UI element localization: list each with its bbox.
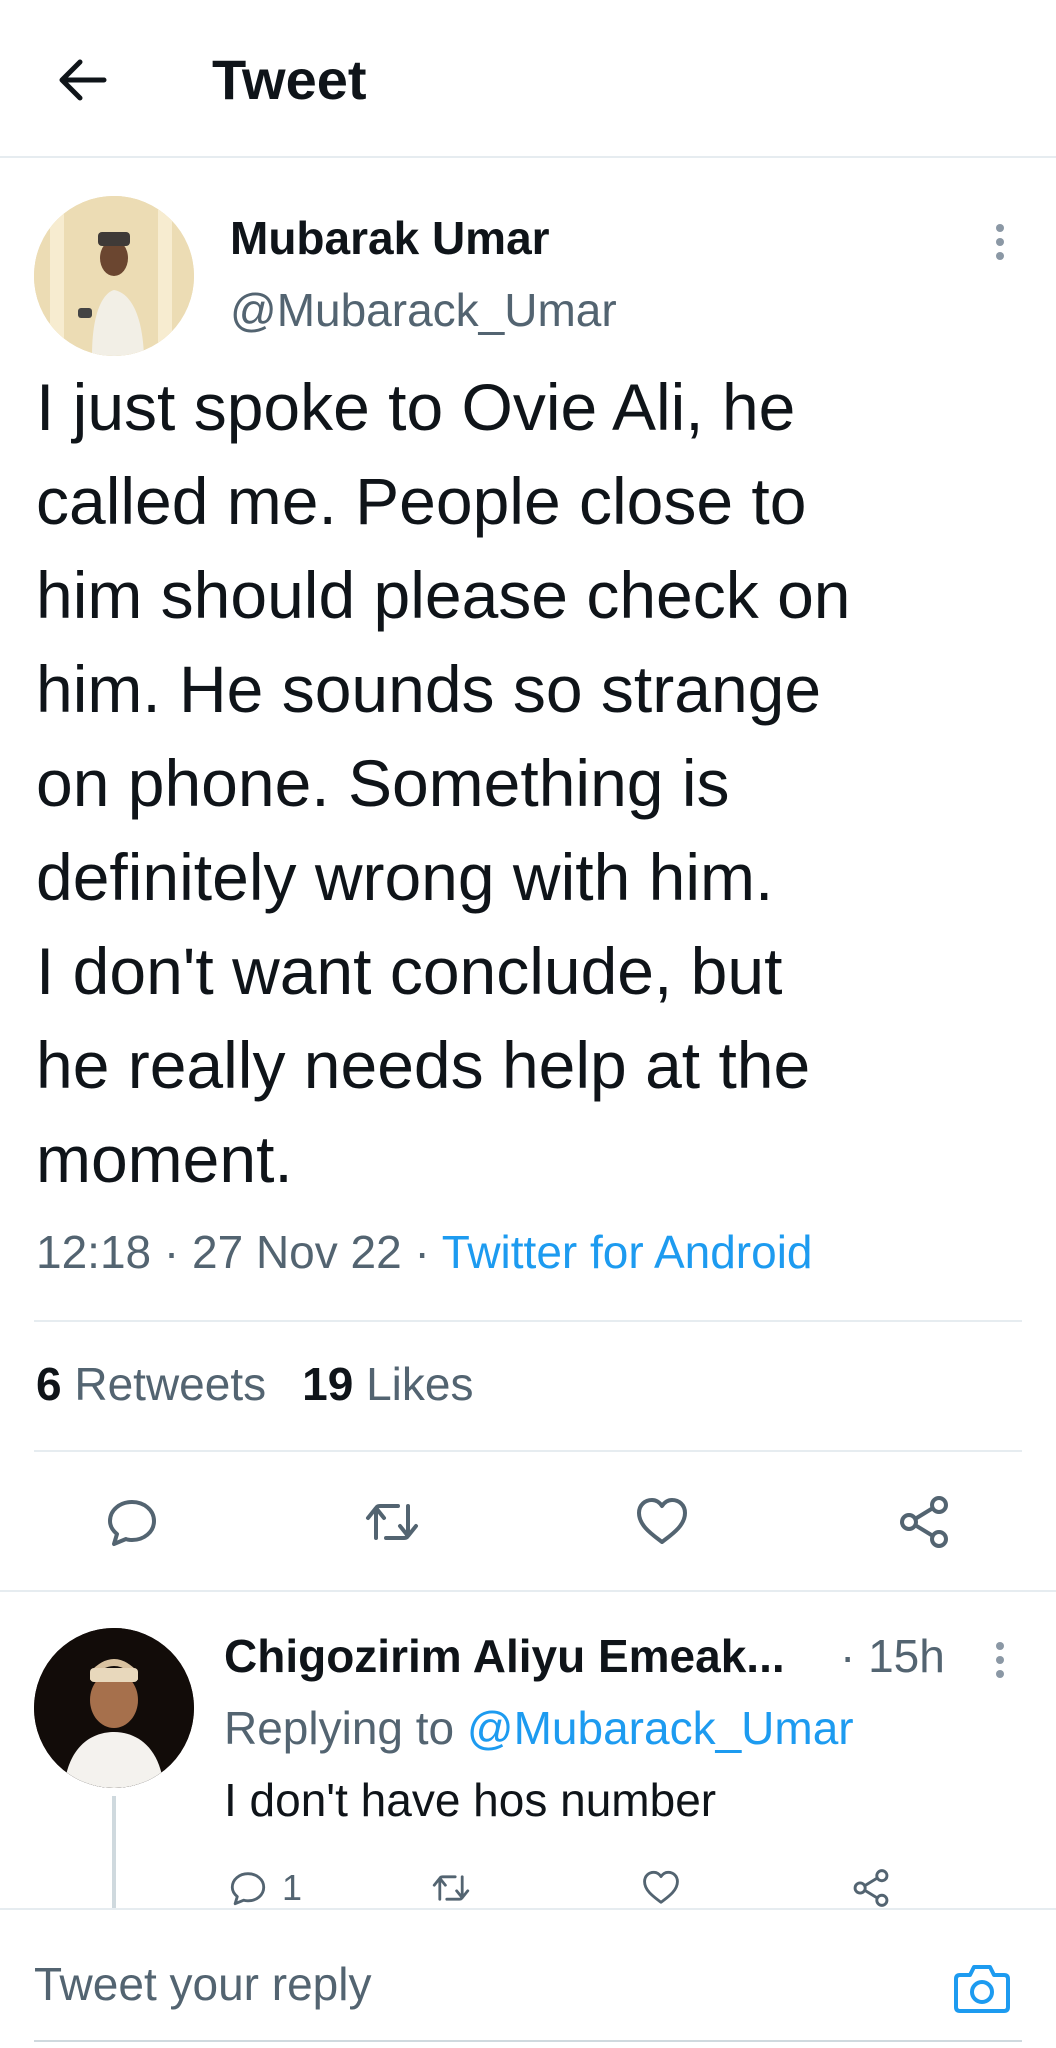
likes-stat[interactable]: 19 Likes [302, 1358, 473, 1410]
reply-text: I don't have hos number [224, 1774, 717, 1826]
reply-timestamp: · 15h [840, 1630, 945, 1682]
reply-author-name[interactable]: Chigozirim Aliyu Emeak... [224, 1628, 785, 1684]
share-icon [900, 1496, 948, 1548]
back-button[interactable] [50, 48, 114, 112]
divider [0, 1590, 1056, 1592]
divider [34, 1450, 1022, 1452]
reply-share-button[interactable] [850, 1866, 892, 1910]
share-button[interactable] [892, 1490, 956, 1554]
author-avatar[interactable] [34, 196, 194, 356]
reply-icon [108, 1500, 156, 1546]
divider [34, 2040, 1022, 2042]
meta-separator: · [414, 1226, 430, 1278]
tweet-time: 12:18 [36, 1226, 152, 1278]
camera-icon [954, 1965, 1010, 2013]
more-vertical-icon [996, 224, 1004, 260]
likes-label: Likes [366, 1358, 474, 1410]
author-name[interactable]: Mubarak Umar [230, 210, 550, 266]
thread-line [112, 1796, 116, 1908]
more-options-button[interactable] [980, 214, 1020, 270]
retweet-button[interactable] [360, 1490, 424, 1554]
heart-icon [643, 1870, 679, 1904]
avatar-photo [34, 1628, 194, 1788]
reply-like-button[interactable] [640, 1866, 682, 1910]
author-handle[interactable]: @Mubarack_Umar [230, 282, 617, 338]
more-vertical-icon [996, 1642, 1004, 1678]
divider [34, 1320, 1022, 1322]
page-title: Tweet [212, 48, 367, 111]
likes-count: 19 [302, 1358, 354, 1410]
arrow-left-icon [59, 59, 107, 101]
reply-actions: 1 [224, 1866, 1024, 1910]
reply-more-options-button[interactable] [980, 1632, 1020, 1688]
retweet-icon [432, 1875, 470, 1901]
reply-icon [230, 1872, 266, 1906]
retweets-count: 6 [36, 1358, 62, 1410]
reply-button[interactable] [100, 1490, 164, 1554]
reply-author-avatar[interactable] [34, 1628, 194, 1788]
replying-to-label: Replying to [224, 1702, 455, 1754]
top-bar: Tweet [0, 0, 1056, 158]
reply-input[interactable] [34, 1954, 934, 2014]
retweets-label: Retweets [74, 1358, 267, 1410]
tweet-meta: 12:18 · 27 Nov 22 · Twitter for Android [36, 1224, 813, 1280]
reply-composer [0, 1908, 1056, 2048]
meta-separator: · [163, 1226, 180, 1278]
like-button[interactable] [630, 1490, 694, 1554]
share-icon [853, 1869, 889, 1907]
tweet-source-link[interactable]: Twitter for Android [442, 1226, 813, 1278]
retweet-icon [366, 1504, 418, 1540]
reply-count: 1 [282, 1867, 303, 1908]
tweet-stats: 6 Retweets 19 Likes [36, 1356, 473, 1412]
reply-reply-button[interactable]: 1 [228, 1866, 302, 1910]
tweet-date: 27 Nov 22 [192, 1226, 402, 1278]
replying-to: Replying to @Mubarack_Umar [224, 1700, 854, 1756]
reply-retweet-button[interactable] [430, 1866, 472, 1910]
tweet-text: I just spoke to Ovie Ali, he called me. … [36, 370, 851, 1196]
retweets-stat[interactable]: 6 Retweets [36, 1358, 266, 1410]
camera-button[interactable] [950, 1956, 1014, 2020]
tweet-actions [0, 1490, 1056, 1554]
avatar-photo [34, 196, 194, 356]
heart-icon [637, 1498, 687, 1544]
replying-to-mention[interactable]: @Mubarack_Umar [467, 1702, 854, 1754]
